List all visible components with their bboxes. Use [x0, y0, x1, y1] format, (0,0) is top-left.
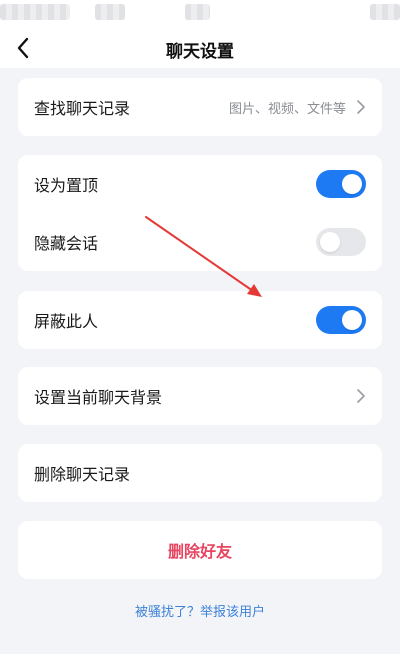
pin-toggle[interactable]	[316, 170, 366, 198]
delete-friend-card: 删除好友	[18, 521, 382, 579]
search-history-hint: 图片、视频、文件等	[228, 101, 346, 117]
blurred-status-region	[95, 4, 125, 20]
chevron-right-icon	[357, 389, 365, 403]
hide-label: 隐藏会话	[34, 234, 99, 253]
chat-background-card: 设置当前聊天背景	[18, 367, 382, 425]
pin-row: 设为置顶	[18, 155, 382, 213]
chat-background-label: 设置当前聊天背景	[34, 388, 163, 407]
search-history-row[interactable]: 查找聊天记录 图片、视频、文件等	[18, 78, 382, 136]
pin-label: 设为置顶	[34, 176, 99, 195]
search-history-card: 查找聊天记录 图片、视频、文件等	[18, 78, 382, 136]
hide-row: 隐藏会话	[18, 213, 382, 271]
blurred-status-region	[0, 4, 70, 20]
hide-toggle[interactable]	[316, 228, 366, 256]
clear-history-row[interactable]: 删除聊天记录	[18, 444, 382, 502]
chat-background-row[interactable]: 设置当前聊天背景	[18, 367, 382, 425]
delete-friend-label: 删除好友	[167, 542, 232, 561]
blurred-status-region	[185, 4, 210, 20]
toggle-knob	[320, 232, 340, 252]
nav-bar: 聊天设置	[0, 28, 400, 68]
block-toggle[interactable]	[316, 306, 366, 334]
chevron-right-icon	[357, 100, 365, 114]
block-label: 屏蔽此人	[34, 312, 99, 331]
page-title: 聊天设置	[166, 42, 234, 62]
report-user-link[interactable]: 被骚扰了？举报该用户	[0, 601, 400, 620]
block-card: 屏蔽此人	[18, 291, 382, 349]
delete-friend-button[interactable]: 删除好友	[18, 521, 382, 579]
clear-history-label: 删除聊天记录	[34, 465, 131, 484]
search-history-label: 查找聊天记录	[34, 99, 131, 118]
blurred-status-region	[370, 4, 400, 20]
status-bar	[0, 0, 400, 28]
block-row: 屏蔽此人	[18, 291, 382, 349]
pin-hide-card: 设为置顶 隐藏会话	[18, 155, 382, 271]
clear-history-card: 删除聊天记录	[18, 444, 382, 502]
toggle-knob	[342, 174, 362, 194]
toggle-knob	[342, 310, 362, 330]
